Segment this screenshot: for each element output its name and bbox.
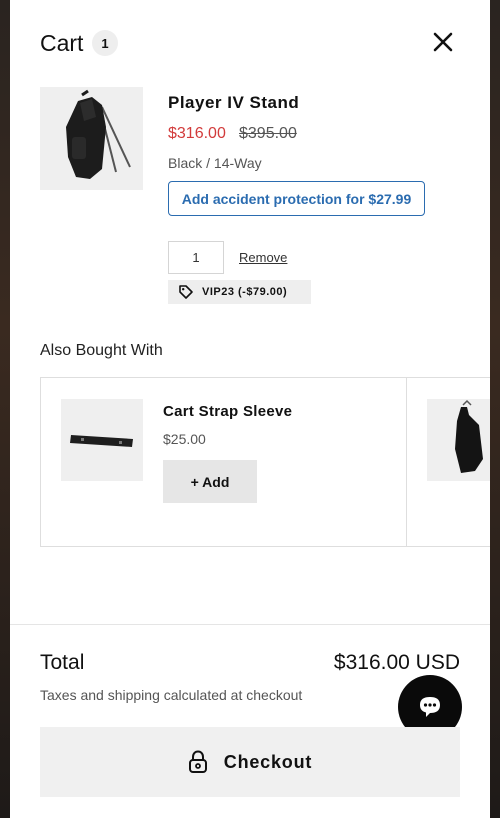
cart-title: Cart (40, 30, 84, 56)
upsell-card: Cart Strap Sleeve $25.00 + Add (41, 378, 407, 546)
golf-bag-image (66, 89, 131, 179)
discount-tag: VIP23 (-$79.00) (168, 280, 311, 304)
product-image[interactable] (40, 87, 143, 190)
also-bought-title: Also Bought With (40, 342, 163, 359)
sale-price: $316.00 (168, 125, 226, 142)
close-button[interactable] (430, 29, 456, 55)
cart-drawer: Cart 1 Player IV Stand $316.00 $395.00 B… (10, 0, 490, 818)
original-price: $395.00 (239, 125, 297, 142)
close-icon (433, 32, 453, 52)
total-label: Total (40, 651, 85, 674)
checkout-button[interactable]: Checkout (40, 727, 460, 797)
towel-image (455, 399, 483, 473)
quantity-input[interactable] (168, 241, 224, 274)
remove-link[interactable]: Remove (239, 250, 287, 265)
upsell-product-price: $25.00 (163, 431, 206, 447)
upsell-card (407, 378, 490, 546)
upsell-product-image[interactable] (427, 399, 490, 481)
cart-footer: Total $316.00 USD Taxes and shipping cal… (10, 624, 490, 818)
discount-code: VIP23 (-$79.00) (202, 286, 288, 298)
tax-note: Taxes and shipping calculated at checkou… (40, 687, 303, 703)
upsell-product-name[interactable]: Cart Strap Sleeve (163, 403, 292, 420)
product-name[interactable]: Player IV Stand (168, 93, 299, 113)
cart-count-badge: 1 (92, 30, 118, 56)
accident-protection-button[interactable]: Add accident protection for $27.99 (168, 181, 425, 216)
upsell-product-image[interactable] (61, 399, 143, 481)
chat-icon (420, 697, 440, 717)
checkout-label: Checkout (223, 751, 313, 772)
product-variant: Black / 14-Way (168, 155, 262, 171)
total-value: $316.00 USD (333, 651, 460, 674)
add-to-cart-button[interactable]: + Add (163, 460, 257, 503)
strap-sleeve-image (70, 435, 133, 447)
upsell-carousel[interactable]: Cart Strap Sleeve $25.00 + Add (40, 377, 490, 547)
tag-icon (179, 285, 193, 299)
cart-header: Cart 1 (10, 0, 490, 80)
lock-icon (188, 750, 207, 773)
